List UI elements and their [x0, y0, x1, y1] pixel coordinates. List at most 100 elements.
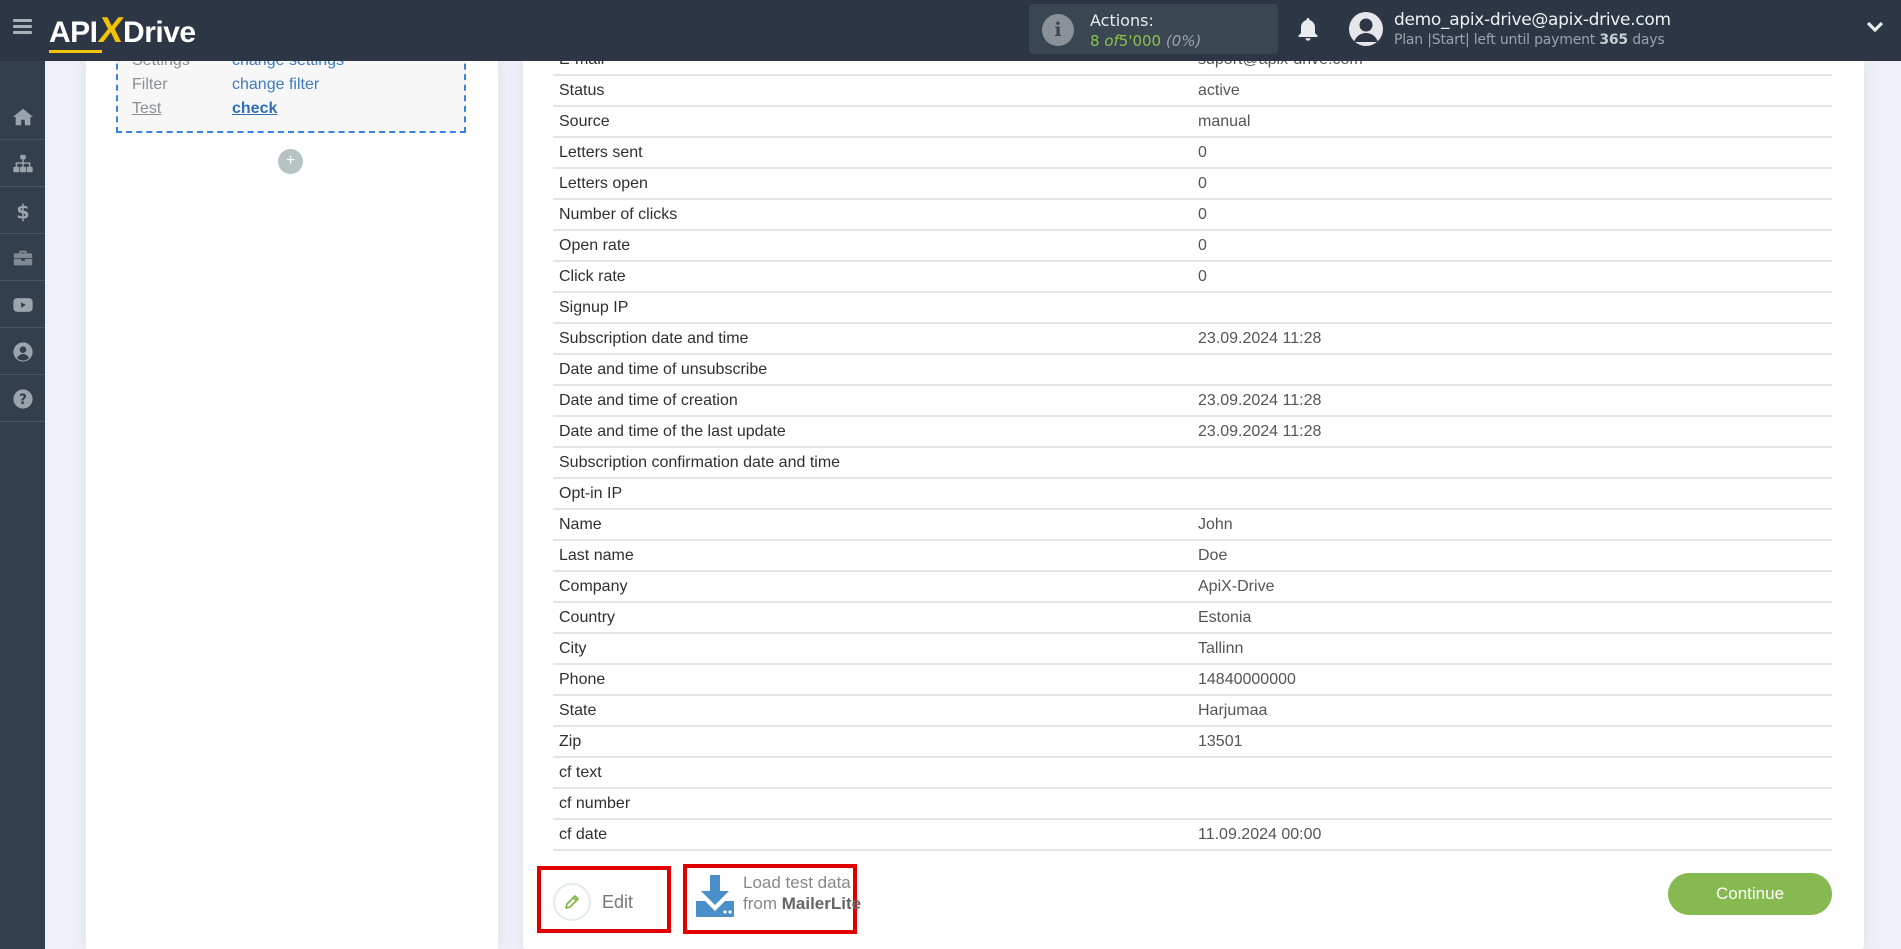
pencil-icon [565, 895, 579, 909]
table-row: Date and time of the last update 23.09.20… [553, 417, 1832, 448]
table-row: Date and time of unsubscribe [553, 355, 1832, 386]
change-filter-link[interactable]: change filter [232, 76, 319, 94]
user-email[interactable]: demo_apix-drive@apix-drive.com [1394, 10, 1671, 30]
sidebar-item-home[interactable] [0, 94, 45, 140]
field-value: active [1198, 82, 1240, 99]
download-icon [696, 875, 734, 917]
field-value: 0 [1198, 268, 1207, 285]
test-data-panel: E-mailsuport@apix-drive.comStatusactiveS… [523, 51, 1864, 949]
field-name: Opt-in IP [559, 485, 623, 502]
field-value: Harjumaa [1198, 702, 1268, 719]
table-row: State Harjumaa [553, 696, 1832, 727]
chevron-down-icon[interactable] [1866, 20, 1884, 34]
table-row: Status active [553, 76, 1832, 107]
field-name: Date and time of unsubscribe [559, 361, 768, 378]
actions-percent: (0%) [1165, 32, 1202, 50]
load-label-line1: Load test data [743, 873, 851, 892]
sidebar-item-account[interactable] [0, 329, 45, 375]
sidebar-item-help[interactable]: ? [0, 376, 45, 422]
field-name: Letters sent [559, 144, 643, 161]
question-icon: ? [12, 388, 33, 409]
edit-label: Edit [602, 892, 634, 912]
table-row: Open rate 0 [553, 231, 1832, 262]
field-name: Phone [559, 671, 606, 688]
sidebar-item-billing[interactable]: $ [0, 188, 45, 234]
plan-text: Plan |Start| left until payment [1394, 32, 1596, 48]
svg-text:$: $ [16, 200, 29, 222]
user-icon [1354, 18, 1378, 42]
field-name: Subscription date and time [559, 330, 749, 347]
field-value: 14840000000 [1198, 671, 1296, 688]
field-name: Number of clicks [559, 206, 678, 223]
field-value: 0 [1198, 206, 1207, 223]
sidebar-item-briefcase[interactable] [0, 235, 45, 281]
field-value: ApiX-Drive [1198, 578, 1275, 595]
step-label-test[interactable]: Test [132, 100, 232, 118]
dollar-icon: $ [16, 200, 29, 222]
table-row: Name John [553, 510, 1832, 541]
sitemap-icon [12, 154, 33, 172]
menu-toggle-icon[interactable] [13, 19, 32, 35]
actions-total: 5'000 [1118, 32, 1162, 50]
field-name: State [559, 702, 597, 719]
field-value: 23.09.2024 11:28 [1198, 330, 1322, 347]
load-from-text: from [743, 894, 777, 913]
table-row: Signup IP [553, 293, 1832, 324]
svg-text:?: ? [19, 392, 27, 408]
field-name: cf text [559, 764, 602, 781]
bell-icon[interactable] [1296, 16, 1320, 42]
logo-api-text: API [49, 16, 98, 49]
field-value: manual [1198, 113, 1251, 130]
table-row: Last name Doe [553, 541, 1832, 572]
apix-drive-logo[interactable]: APIXDrive [49, 9, 196, 50]
field-name: Subscription confirmation date and time [559, 454, 841, 471]
table-row: Click rate 0 [553, 262, 1832, 293]
sidebar: $ ? [0, 61, 45, 949]
field-name: Name [559, 516, 602, 533]
add-step-button[interactable]: + [278, 149, 303, 174]
service-name: MailerLite [781, 894, 862, 913]
table-row: Subscription date and time 23.09.2024 11:… [553, 324, 1832, 355]
table-row: Subscription confirmation date and time [553, 448, 1832, 479]
load-test-data-button[interactable]: Load test data from MailerLite [695, 871, 861, 929]
sidebar-item-connections[interactable] [0, 141, 45, 187]
table-row: Letters sent 0 [553, 138, 1832, 169]
field-name: Status [559, 82, 605, 99]
actions-counter[interactable]: i Actions: 8 of5'000 (0%) [1029, 4, 1278, 54]
table-row: Country Estonia [553, 603, 1832, 634]
table-row: Phone 14840000000 [553, 665, 1832, 696]
actions-of: of [1104, 32, 1119, 50]
edit-icon-circle [553, 883, 591, 921]
check-link[interactable]: check [232, 100, 277, 118]
actions-usage: 8 of5'000 (0%) [1090, 32, 1201, 50]
edit-button[interactable]: Edit [553, 876, 663, 926]
user-avatar[interactable] [1349, 12, 1383, 46]
field-name: Click rate [559, 268, 626, 285]
table-row: Number of clicks 0 [553, 200, 1832, 231]
load-label-line2: from MailerLite [743, 894, 861, 914]
continue-button[interactable]: Continue [1668, 873, 1832, 915]
table-row: Company ApiX-Drive [553, 572, 1832, 603]
field-name: Last name [559, 547, 634, 564]
table-row: Opt-in IP [553, 479, 1832, 510]
table-row: cf date 11.09.2024 00:00 [553, 820, 1832, 851]
actions-used: 8 [1090, 32, 1100, 50]
field-name: Source [559, 113, 610, 130]
table-row: Date and time of creation 23.09.2024 11:2… [553, 386, 1832, 417]
field-value: Tallinn [1198, 640, 1244, 657]
field-name: Date and time of the last update [559, 423, 786, 440]
days-left: 365 [1599, 32, 1628, 48]
field-name: City [559, 640, 587, 657]
plan-info: Plan |Start| left until payment 365 days [1394, 32, 1665, 48]
field-name: Signup IP [559, 299, 629, 316]
field-value: 11.09.2024 00:00 [1198, 826, 1322, 843]
briefcase-icon [13, 250, 32, 265]
sidebar-item-video[interactable] [0, 282, 45, 328]
table-row: Letters open 0 [553, 169, 1832, 200]
field-name: cf date [559, 826, 608, 843]
field-value: 0 [1198, 175, 1207, 192]
field-name: cf number [559, 795, 631, 812]
youtube-icon [12, 297, 33, 312]
field-name: Country [559, 609, 616, 626]
table-row: cf number [553, 789, 1832, 820]
